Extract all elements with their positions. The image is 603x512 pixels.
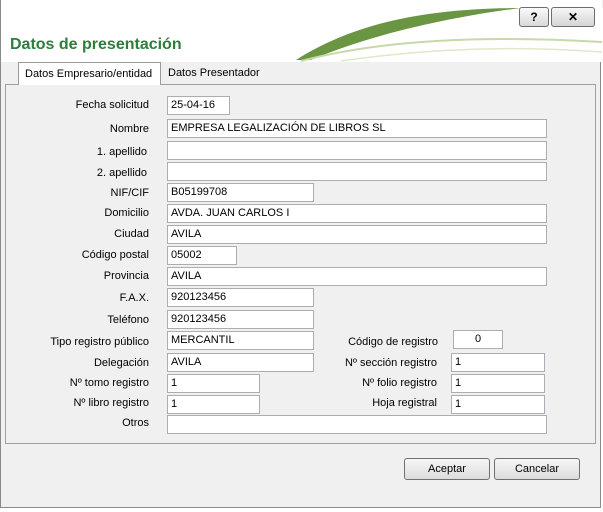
ciudad-label: Ciudad [114, 228, 149, 240]
cancel-button[interactable]: Cancelar [494, 458, 580, 480]
codigo-registro-input[interactable]: 0 [453, 330, 503, 349]
nif-label: NIF/CIF [110, 187, 150, 199]
libro-registro-input[interactable]: 1 [167, 395, 260, 414]
dialog-window: Datos de presentación ? ✕ Datos Empresar… [0, 0, 602, 508]
fax-label: F.A.X. [119, 292, 149, 304]
dialog-header: Datos de presentación ? ✕ [1, 0, 602, 62]
delegacion-label: Delegación [93, 357, 149, 369]
fecha-solicitud-input[interactable]: 25-04-16 [167, 96, 230, 115]
bottom-strip [0, 508, 603, 512]
dialog-title: Datos de presentación [10, 36, 182, 53]
folio-registro-label: Nº folio registro [362, 377, 437, 389]
seccion-registro-label: Nº sección registro [344, 357, 437, 369]
nombre-label: Nombre [109, 123, 149, 135]
telefono-label: Teléfono [107, 314, 149, 326]
ciudad-input[interactable]: AVILA [167, 225, 547, 244]
provincia-label: Provincia [103, 270, 149, 282]
apellido2-input[interactable] [167, 162, 547, 181]
codigo-postal-input[interactable]: 05002 [167, 246, 237, 265]
domicilio-label: Domicilio [104, 207, 149, 219]
telefono-input[interactable]: 920123456 [167, 310, 314, 329]
tomo-registro-label: Nº tomo registro [69, 377, 149, 389]
help-button[interactable]: ? [519, 7, 549, 27]
seccion-registro-input[interactable]: 1 [451, 353, 545, 372]
otros-label: Otros [122, 417, 149, 429]
accept-button[interactable]: Aceptar [404, 458, 490, 480]
apellido1-label: 1. apellido [96, 146, 147, 158]
folio-registro-input[interactable]: 1 [451, 374, 545, 393]
nombre-input[interactable]: EMPRESA LEGALIZACIÓN DE LIBROS SL [167, 119, 547, 138]
hoja-registral-input[interactable]: 1 [451, 395, 545, 414]
nif-input[interactable]: B05199708 [167, 183, 314, 202]
tab-datos-presentador[interactable]: Datos Presentador [162, 64, 266, 84]
domicilio-input[interactable]: AVDA. JUAN CARLOS I [167, 204, 547, 223]
tab-datos-empresario[interactable]: Datos Empresario/entidad [18, 62, 161, 85]
provincia-input[interactable]: AVILA [167, 267, 547, 286]
libro-registro-label: Nº libro registro [73, 397, 149, 409]
fecha-solicitud-label: Fecha solicitud [75, 99, 149, 111]
close-button[interactable]: ✕ [551, 7, 595, 27]
delegacion-input[interactable]: AVILA [167, 353, 314, 372]
tipo-registro-input[interactable]: MERCANTIL [167, 331, 314, 350]
apellido1-input[interactable] [167, 141, 547, 160]
codigo-registro-label: Código de registro [348, 336, 438, 348]
tipo-registro-label: Tipo registro público [50, 336, 149, 348]
hoja-registral-label: Hoja registral [372, 397, 437, 409]
tomo-registro-input[interactable]: 1 [167, 374, 260, 393]
codigo-postal-label: Código postal [81, 249, 149, 261]
apellido2-label: 2. apellido [96, 167, 147, 179]
otros-input[interactable] [167, 415, 547, 434]
fax-input[interactable]: 920123456 [167, 288, 314, 307]
